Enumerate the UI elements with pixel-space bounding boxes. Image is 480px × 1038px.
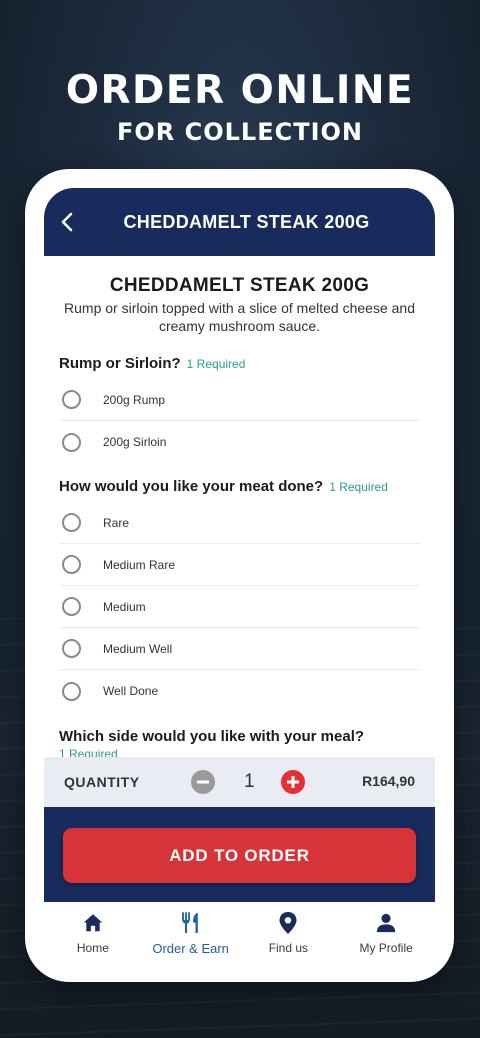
option-group-cut: Rump or Sirloin? 1 Required: [59, 355, 420, 372]
option-rare[interactable]: Rare: [59, 502, 420, 544]
product-description: Rump or sirloin topped with a slice of m…: [64, 300, 415, 334]
option-label: Medium Well: [103, 641, 173, 656]
group-question: Rump or Sirloin?: [59, 355, 181, 372]
option-list: Rare Medium Rare Medium Medium Well Well…: [59, 502, 420, 712]
radio-button[interactable]: [62, 432, 81, 452]
tab-order-earn[interactable]: Order & Earn: [142, 902, 240, 964]
header-title: CHEDDAMELT STEAK 200G: [123, 211, 370, 232]
tab-label: Home: [76, 941, 109, 955]
option-well-done[interactable]: Well Done: [59, 670, 420, 712]
radio-button[interactable]: [62, 513, 81, 532]
option-label: Medium Rare: [103, 557, 176, 572]
radio-button[interactable]: [62, 390, 81, 409]
option-label: Medium: [103, 599, 146, 614]
tab-home[interactable]: Home: [44, 902, 142, 964]
option-label: 200g Rump: [103, 392, 166, 407]
quantity-value: 1: [244, 771, 255, 792]
tab-find-us[interactable]: Find us: [240, 902, 338, 964]
option-group-doneness: How would you like your meat done? 1 Req…: [59, 478, 420, 495]
phone-frame: CHEDDAMELT STEAK 200G CHEDDAMELT STEAK 2…: [25, 169, 454, 982]
quantity-bar: QUANTITY 1 R164,90: [44, 757, 435, 807]
option-200g-sirloin[interactable]: 200g Sirloin: [59, 421, 420, 463]
group-question: Which side would you like with your meal…: [59, 728, 365, 745]
minus-icon[interactable]: [191, 770, 215, 794]
option-medium[interactable]: Medium: [59, 586, 420, 628]
option-medium-well[interactable]: Medium Well: [59, 628, 420, 670]
tab-my-profile[interactable]: My Profile: [337, 902, 435, 964]
cutlery-icon: [178, 910, 204, 936]
option-list: 200g Rump 200g Sirloin: [59, 379, 420, 463]
promo-subtitle: FOR COLLECTION: [116, 118, 364, 146]
user-icon: [373, 910, 399, 936]
radio-button[interactable]: [62, 597, 81, 616]
required-badge: 1 Required: [329, 480, 388, 494]
product-content: CHEDDAMELT STEAK 200G Rump or sirloin to…: [44, 275, 435, 761]
product-title: CHEDDAMELT STEAK 200G: [109, 275, 370, 296]
home-icon: [80, 910, 106, 936]
bottom-tab-bar: Home Order & Earn Find us My Profile: [44, 902, 435, 964]
option-medium-rare[interactable]: Medium Rare: [59, 544, 420, 586]
tab-label: Find us: [268, 941, 309, 955]
promo-headline: ORDER ONLINE FOR COLLECTION: [0, 66, 480, 146]
app-header: CHEDDAMELT STEAK 200G: [44, 188, 435, 256]
option-label: Well Done: [103, 684, 159, 698]
option-label: 200g Sirloin: [103, 435, 167, 449]
cta-area: ADD TO ORDER: [44, 807, 435, 902]
plus-icon[interactable]: [281, 770, 305, 794]
price-label: R164,90: [362, 773, 415, 789]
radio-button[interactable]: [62, 681, 81, 701]
map-pin-icon: [275, 910, 301, 936]
tab-label: Order & Earn: [152, 941, 229, 956]
option-200g-rump[interactable]: 200g Rump: [59, 379, 420, 421]
radio-button[interactable]: [62, 555, 81, 574]
quantity-label: QUANTITY: [64, 774, 140, 790]
add-to-order-button[interactable]: ADD TO ORDER: [63, 828, 416, 883]
chevron-left-icon[interactable]: [56, 210, 80, 234]
required-badge: 1 Required: [186, 357, 246, 371]
option-label: Rare: [103, 515, 130, 530]
promo-title: ORDER ONLINE: [65, 68, 415, 113]
option-group-side: Which side would you like with your meal…: [59, 728, 420, 745]
group-question: How would you like your meat done?: [59, 478, 324, 495]
radio-button[interactable]: [62, 639, 81, 658]
tab-label: My Profile: [359, 941, 413, 955]
